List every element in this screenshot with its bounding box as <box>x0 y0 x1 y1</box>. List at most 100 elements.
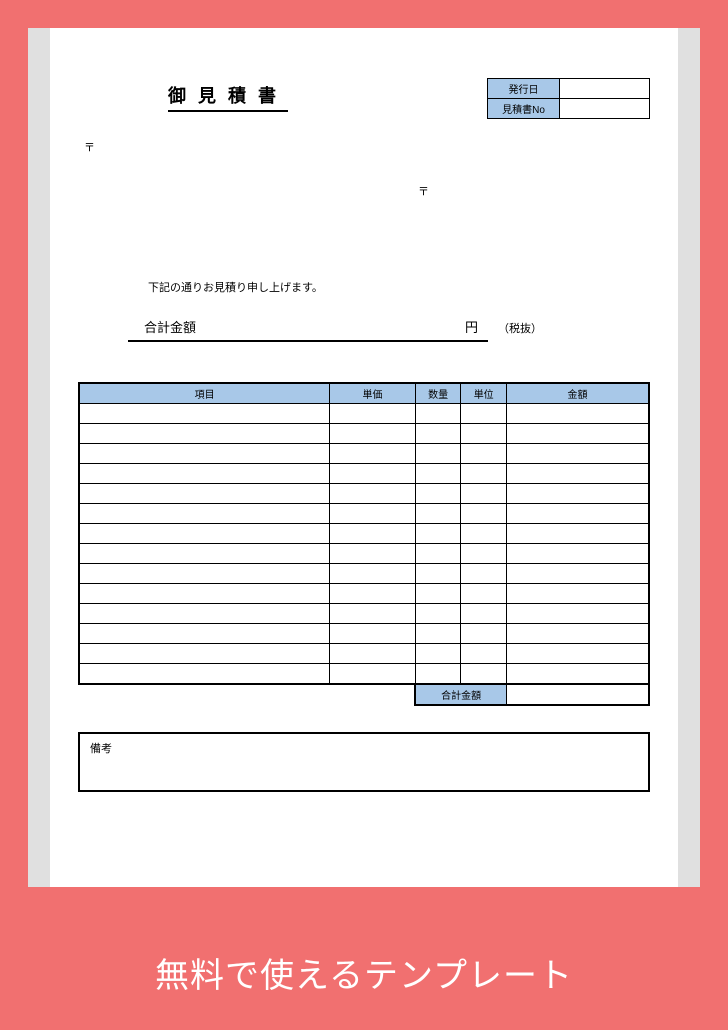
cell-price[interactable] <box>330 524 416 544</box>
cell-qty[interactable] <box>415 644 461 664</box>
cell-unit[interactable] <box>461 424 507 444</box>
cell-price[interactable] <box>330 404 416 424</box>
cell-qty[interactable] <box>415 624 461 644</box>
cell-qty[interactable] <box>415 444 461 464</box>
cell-amount[interactable] <box>506 584 649 604</box>
table-row <box>79 604 649 624</box>
cell-amount[interactable] <box>506 484 649 504</box>
cell-unit[interactable] <box>461 584 507 604</box>
cell-price[interactable] <box>330 564 416 584</box>
cell-price[interactable] <box>330 424 416 444</box>
cell-item[interactable] <box>79 464 330 484</box>
cell-qty[interactable] <box>415 484 461 504</box>
cell-price[interactable] <box>330 604 416 624</box>
cell-amount[interactable] <box>506 524 649 544</box>
cell-unit[interactable] <box>461 484 507 504</box>
cell-qty[interactable] <box>415 584 461 604</box>
cell-qty[interactable] <box>415 664 461 684</box>
cell-unit[interactable] <box>461 524 507 544</box>
cell-amount[interactable] <box>506 504 649 524</box>
cell-item[interactable] <box>79 504 330 524</box>
cell-amount[interactable] <box>506 564 649 584</box>
table-row <box>79 624 649 644</box>
col-qty-header: 数量 <box>415 383 461 404</box>
cell-price[interactable] <box>330 544 416 564</box>
cell-price[interactable] <box>330 584 416 604</box>
cell-amount[interactable] <box>506 604 649 624</box>
postal-mark-right: 〒 <box>418 183 650 199</box>
cell-amount[interactable] <box>506 644 649 664</box>
cell-price[interactable] <box>330 664 416 684</box>
cell-amount[interactable] <box>506 444 649 464</box>
cell-unit[interactable] <box>461 604 507 624</box>
cell-price[interactable] <box>330 624 416 644</box>
table-row <box>79 544 649 564</box>
cell-price[interactable] <box>330 504 416 524</box>
cell-amount[interactable] <box>506 664 649 684</box>
table-row <box>79 664 649 684</box>
table-row <box>79 504 649 524</box>
cell-qty[interactable] <box>415 424 461 444</box>
sum-value[interactable] <box>506 684 649 705</box>
issue-date-value[interactable] <box>560 79 650 99</box>
outer-frame: 御見積書 発行日 見積書No 〒 〒 下記の通りお見積り申し上げます。 <box>0 0 728 915</box>
cell-unit[interactable] <box>461 624 507 644</box>
cell-qty[interactable] <box>415 464 461 484</box>
cell-item[interactable] <box>79 544 330 564</box>
cell-qty[interactable] <box>415 504 461 524</box>
cell-qty[interactable] <box>415 604 461 624</box>
col-unit-header: 単位 <box>461 383 507 404</box>
total-line: 合計金額 円 <box>128 317 488 342</box>
cell-unit[interactable] <box>461 404 507 424</box>
cell-unit[interactable] <box>461 644 507 664</box>
cell-price[interactable] <box>330 484 416 504</box>
cell-price[interactable] <box>330 644 416 664</box>
cell-amount[interactable] <box>506 624 649 644</box>
cell-unit[interactable] <box>461 444 507 464</box>
table-row <box>79 524 649 544</box>
cell-item[interactable] <box>79 644 330 664</box>
cell-amount[interactable] <box>506 404 649 424</box>
col-item-header: 項目 <box>79 383 330 404</box>
cell-item[interactable] <box>79 584 330 604</box>
notes-label: 備考 <box>90 743 112 755</box>
quote-no-value[interactable] <box>560 99 650 119</box>
cell-item[interactable] <box>79 564 330 584</box>
table-row <box>79 644 649 664</box>
document-title: 御見積書 <box>168 82 288 112</box>
cell-item[interactable] <box>79 444 330 464</box>
cell-item[interactable] <box>79 624 330 644</box>
cell-item[interactable] <box>79 484 330 504</box>
notes-box[interactable]: 備考 <box>78 732 650 792</box>
cell-item[interactable] <box>79 524 330 544</box>
cell-price[interactable] <box>330 464 416 484</box>
cell-unit[interactable] <box>461 504 507 524</box>
cell-unit[interactable] <box>461 564 507 584</box>
sum-label: 合計金額 <box>415 684 506 705</box>
col-amount-header: 金額 <box>506 383 649 404</box>
cell-amount[interactable] <box>506 544 649 564</box>
meta-table: 発行日 見積書No <box>487 78 650 119</box>
cell-price[interactable] <box>330 444 416 464</box>
cell-qty[interactable] <box>415 544 461 564</box>
sum-row: 合計金額 <box>79 684 649 705</box>
items-table: 項目 単価 数量 単位 金額 合計金額 <box>78 382 650 706</box>
issue-date-label: 発行日 <box>488 79 560 99</box>
cell-unit[interactable] <box>461 464 507 484</box>
postal-mark-left: 〒 <box>84 139 650 155</box>
cell-item[interactable] <box>79 604 330 624</box>
cell-amount[interactable] <box>506 464 649 484</box>
cell-item[interactable] <box>79 664 330 684</box>
page-background: 御見積書 発行日 見積書No 〒 〒 下記の通りお見積り申し上げます。 <box>28 28 700 887</box>
cell-amount[interactable] <box>506 424 649 444</box>
cell-qty[interactable] <box>415 564 461 584</box>
cell-qty[interactable] <box>415 404 461 424</box>
cell-unit[interactable] <box>461 544 507 564</box>
banner-text: 無料で使えるテンプレート <box>155 948 573 997</box>
total-label: 合計金額 <box>144 317 196 336</box>
cell-qty[interactable] <box>415 524 461 544</box>
cell-item[interactable] <box>79 404 330 424</box>
cell-unit[interactable] <box>461 664 507 684</box>
intro-text: 下記の通りお見積り申し上げます。 <box>148 279 650 295</box>
cell-item[interactable] <box>79 424 330 444</box>
